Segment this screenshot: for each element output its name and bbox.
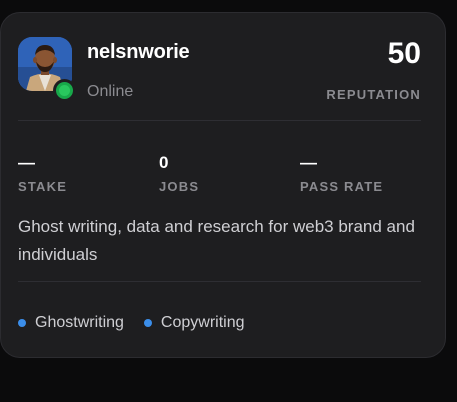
online-status-icon [53,79,76,102]
stat-jobs-label: JOBS [159,179,200,194]
reputation-value: 50 [387,37,421,70]
profile-bio: Ghost writing, data and research for web… [18,217,415,264]
stat-jobs-value: 0 [159,153,169,172]
stat-pass-rate-label: PASS RATE [300,179,384,194]
stat-stake-value: — [18,153,35,172]
tag-dot-icon [143,319,152,327]
profile-header: nelsnworie Online 50 REPUTATION [18,37,421,102]
tag-label: Copywriting [160,314,245,331]
skill-tags: Ghostwriting Copywriting [18,311,421,335]
stat-pass-rate: — PASS RATE [300,153,430,194]
stat-pass-rate-value: — [300,153,317,172]
bio-divider [18,281,421,282]
status-text: Online [87,83,134,100]
profile-card[interactable]: nelsnworie Online 50 REPUTATION — STAKE … [0,12,446,358]
tag-label: Ghostwriting [35,314,124,331]
stat-jobs: 0 JOBS [159,153,289,194]
stats-row: — STAKE 0 JOBS — PASS RATE [18,153,421,197]
username[interactable]: nelsnworie [87,41,190,64]
avatar-container[interactable] [18,37,76,102]
reputation-label: REPUTATION [326,87,421,102]
stat-stake: — STAKE [18,153,148,194]
tag-dot-icon [18,319,26,327]
header-divider [18,120,421,121]
tag-ghostwriting[interactable]: Ghostwriting [18,314,124,332]
stat-stake-label: STAKE [18,179,68,194]
tag-copywriting[interactable]: Copywriting [143,314,245,332]
